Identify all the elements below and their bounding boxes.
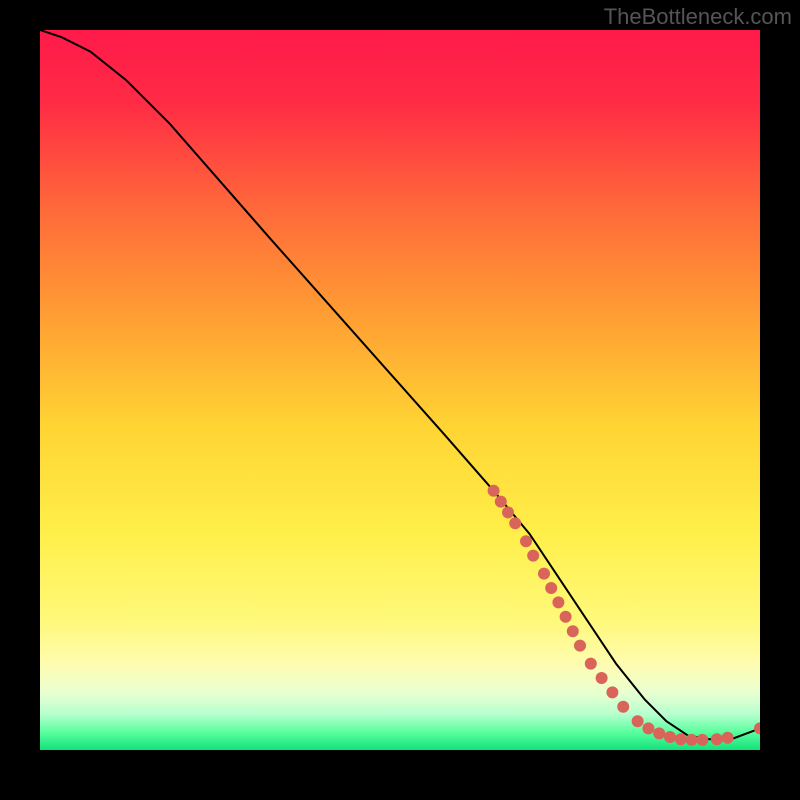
data-marker xyxy=(596,672,608,684)
data-marker xyxy=(675,733,687,745)
plot-area xyxy=(40,30,760,750)
data-marker xyxy=(545,582,557,594)
data-marker xyxy=(617,701,629,713)
data-marker xyxy=(653,727,665,739)
data-marker xyxy=(722,732,734,744)
data-marker xyxy=(664,731,676,743)
data-marker xyxy=(754,722,760,734)
data-marker xyxy=(552,596,564,608)
data-marker xyxy=(585,658,597,670)
data-marker xyxy=(574,640,586,652)
watermark-text: TheBottleneck.com xyxy=(604,4,792,30)
data-marker xyxy=(509,517,521,529)
data-marker xyxy=(567,625,579,637)
data-marker xyxy=(502,506,514,518)
data-marker xyxy=(686,734,698,746)
data-marker xyxy=(696,734,708,746)
data-marker xyxy=(495,496,507,508)
data-marker xyxy=(527,550,539,562)
curve-layer xyxy=(40,30,760,750)
data-marker xyxy=(560,611,572,623)
data-marker xyxy=(632,715,644,727)
data-markers xyxy=(488,485,760,746)
bottleneck-curve xyxy=(40,30,760,739)
data-marker xyxy=(488,485,500,497)
data-marker xyxy=(642,722,654,734)
data-marker xyxy=(606,686,618,698)
data-marker xyxy=(711,733,723,745)
data-marker xyxy=(520,535,532,547)
data-marker xyxy=(538,568,550,580)
